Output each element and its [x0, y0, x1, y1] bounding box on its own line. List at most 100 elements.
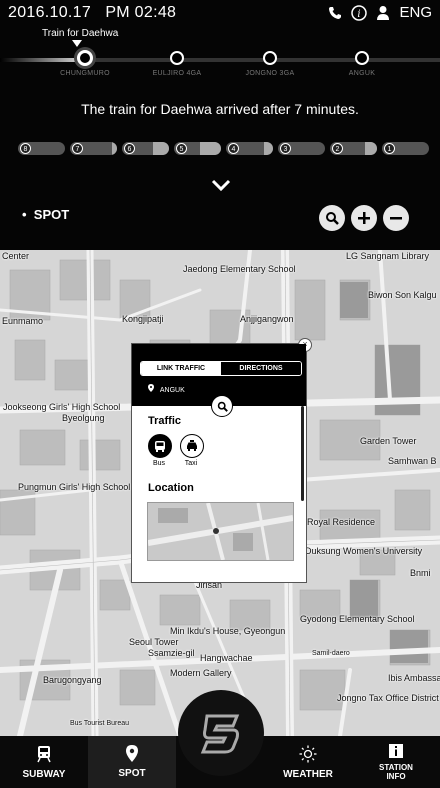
car-number: 6	[124, 143, 135, 154]
station-name: EULJIRO 4GA	[152, 70, 202, 77]
popup-station-name: ANGUK	[159, 387, 185, 394]
station-name: ANGUK	[348, 70, 376, 77]
car-congestion-bars: 8 7 6 5 4 3 2 1	[18, 142, 429, 155]
user-icon[interactable]	[375, 5, 391, 21]
bus-caption: Bus	[152, 460, 166, 467]
popup-station: ANGUK	[148, 384, 185, 394]
map-label: Garden Tower	[360, 436, 417, 446]
nav-subway[interactable]: SUBWAY	[0, 736, 88, 788]
spot-label-text: SPOT	[33, 207, 70, 222]
language-toggle[interactable]: ENG	[399, 4, 432, 21]
bus-button[interactable]	[148, 434, 172, 458]
location-pin-icon	[148, 384, 154, 392]
search-icon	[217, 401, 228, 412]
status-bar: 2016.10.17 PM 02:48 i ENG	[0, 0, 440, 28]
zoom-in-button[interactable]	[351, 205, 377, 231]
congestion-fill	[199, 142, 221, 155]
popup-search-button[interactable]	[211, 395, 233, 417]
nav-weather-label: WEATHER	[283, 768, 333, 780]
train-icon	[37, 745, 51, 762]
zoom-out-button[interactable]	[383, 205, 409, 231]
traffic-title: Traffic	[148, 415, 182, 427]
map-label: Duksung Women's University	[305, 546, 423, 556]
app-logo-icon	[200, 714, 240, 754]
map-label: Biwon Son Kalgu	[368, 290, 437, 300]
congestion-fill	[365, 142, 377, 155]
nav-spot[interactable]: SPOT	[88, 736, 176, 788]
car-number: 8	[20, 143, 31, 154]
station-name: CHUNGMURO	[60, 70, 110, 77]
map-label: Royal Residence	[307, 517, 376, 527]
map-label: Jongno Tax Office District	[337, 693, 439, 703]
subway-panel: 2016.10.17 PM 02:48 i ENG Train for Daeh…	[0, 0, 440, 250]
congestion-fill	[152, 142, 169, 155]
map-label: Hangwachae	[200, 653, 253, 663]
taxi-button[interactable]	[180, 434, 204, 458]
map-label: Eunmamo	[2, 316, 44, 326]
minus-icon	[390, 217, 402, 220]
chevron-down-icon[interactable]	[210, 178, 232, 197]
search-icon	[326, 212, 339, 225]
map-label: Jookseong Girls' High School	[3, 402, 121, 412]
app-home-button[interactable]	[178, 690, 264, 776]
map-label: Ibis Ambassador	[388, 673, 440, 683]
map-label: Gyodong Elementary School	[300, 614, 415, 624]
taxi-icon	[187, 440, 197, 451]
status-date: 2016.10.17	[8, 4, 92, 21]
map-label: Samhwan B	[388, 456, 437, 466]
car-number: 2	[332, 143, 343, 154]
car-congestion-bar: 4	[226, 142, 273, 155]
tab-directions[interactable]: DIRECTIONS	[221, 362, 301, 375]
station-node[interactable]	[170, 51, 184, 65]
car-number: 7	[72, 143, 83, 154]
station-popup: × LINK TRAFFIC DIRECTIONS ANGUK Traffic …	[131, 338, 312, 583]
map-label: Bnmi	[410, 568, 431, 578]
spot-section-label: • SPOT	[22, 207, 70, 222]
map-label: Center	[2, 251, 30, 261]
car-congestion-bar: 1	[382, 142, 429, 155]
info-icon[interactable]: i	[351, 4, 368, 21]
tab-link-traffic[interactable]: LINK TRAFFIC	[141, 362, 221, 375]
station-node[interactable]	[263, 51, 277, 65]
station-node[interactable]	[355, 51, 369, 65]
map-label: Bus Tourist Bureau	[70, 720, 130, 727]
car-number: 5	[176, 143, 187, 154]
car-number: 4	[228, 143, 239, 154]
arrival-message: The train for Daehwa arrived after 7 min…	[81, 101, 359, 117]
taxi-caption: Taxi	[184, 460, 198, 467]
map-pin-icon	[126, 745, 138, 762]
bus-icon	[155, 440, 165, 452]
station-node-current[interactable]	[77, 50, 93, 66]
car-congestion-bar: 7	[70, 142, 117, 155]
map-label: Ssamzie-gil	[148, 648, 195, 658]
phone-icon[interactable]	[327, 5, 343, 21]
map-label: Kongjipatji	[122, 314, 164, 324]
map-search-button[interactable]	[319, 205, 345, 231]
popup-scrollbar[interactable]	[301, 406, 304, 501]
map-label: LG Sangnam Library	[346, 251, 430, 261]
map-label: Min Ikdu's House, Gyeongun	[170, 626, 286, 636]
map-label: Anjjigangwon	[240, 314, 294, 324]
congestion-fill	[112, 142, 117, 155]
car-congestion-bar: 6	[122, 142, 169, 155]
map-label: Pungmun Girls' High School	[18, 482, 131, 492]
info-square-icon	[389, 744, 403, 758]
svg-text:i: i	[358, 9, 361, 20]
car-number: 1	[384, 143, 395, 154]
popup-tabs: LINK TRAFFIC DIRECTIONS	[140, 361, 302, 376]
map-label: Jaedong Elementary School	[183, 264, 296, 274]
nav-station-info[interactable]: STATION INFO	[352, 736, 440, 788]
location-minimap[interactable]	[147, 502, 294, 561]
status-datetime: 2016.10.17 PM 02:48	[8, 4, 176, 22]
nav-weather[interactable]: WEATHER	[264, 736, 352, 788]
plus-icon	[358, 212, 370, 224]
train-position-marker	[72, 40, 82, 47]
car-number: 3	[280, 143, 291, 154]
map-label: Byeolgung	[62, 413, 105, 423]
car-congestion-bar: 8	[18, 142, 65, 155]
nav-subway-label: SUBWAY	[22, 768, 66, 780]
status-time: PM 02:48	[105, 4, 177, 21]
location-title: Location	[148, 482, 194, 494]
car-congestion-bar: 3	[278, 142, 325, 155]
subway-line-progress	[0, 58, 84, 62]
